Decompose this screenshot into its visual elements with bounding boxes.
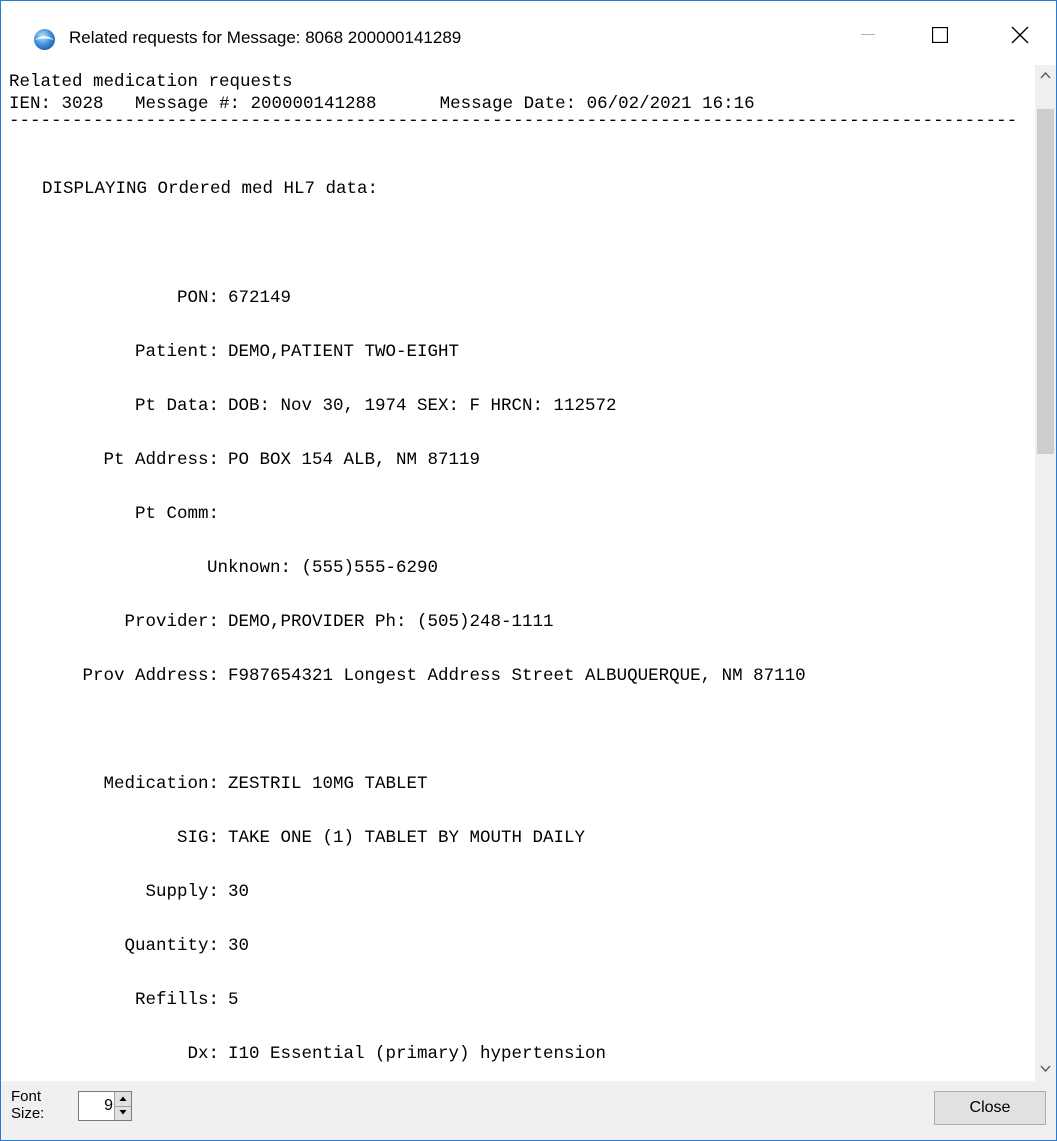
field-label: Refills: — [134, 990, 219, 1010]
message-text-area[interactable]: Related medication requests IEN: 3028 Me… — [7, 65, 1035, 1081]
field-value: TAKE ONE (1) TABLET BY MOUTH DAILY — [228, 828, 586, 848]
field-value: 672149 — [228, 288, 292, 308]
spin-up-button[interactable] — [115, 1092, 131, 1107]
scroll-down-button[interactable] — [1035, 1059, 1056, 1081]
field-value: DEMO,PATIENT TWO-EIGHT — [228, 342, 460, 362]
spinner-buttons — [114, 1092, 131, 1120]
chevron-up-icon — [1040, 71, 1051, 79]
field-value: ZESTRIL 10MG TABLET — [228, 774, 428, 794]
close-button[interactable]: Close — [934, 1091, 1046, 1125]
triangle-down-icon — [119, 1110, 127, 1115]
triangle-up-icon — [119, 1096, 127, 1101]
font-size-label: Font Size: — [11, 1088, 45, 1122]
field-label: SIG: — [176, 828, 219, 848]
field-label: Supply: — [145, 882, 219, 902]
field-label: Dx: — [187, 1044, 219, 1064]
field-value: DEMO,PROVIDER Ph: (505)248-1111 — [228, 612, 554, 632]
field-value: 5 — [228, 990, 239, 1010]
close-icon — [1011, 26, 1029, 44]
display-heading: DISPLAYING Ordered med HL7 data: — [42, 179, 379, 199]
scroll-up-button[interactable] — [1035, 65, 1056, 87]
maximize-button[interactable] — [911, 9, 969, 61]
close-window-button[interactable] — [991, 9, 1049, 61]
minimize-button[interactable] — [839, 9, 897, 61]
field-value: 30 — [228, 882, 250, 902]
spin-down-button[interactable] — [115, 1106, 131, 1120]
field-label: PON: — [176, 288, 219, 308]
field-value: I10 Essential (primary) hypertension — [228, 1044, 607, 1064]
title-bar[interactable]: Related requests for Message: 8068 20000… — [1, 1, 1056, 65]
header-line-1: Related medication requests — [9, 72, 293, 92]
field-value: F987654321 Longest Address Street ALBUQU… — [228, 666, 806, 686]
field-value: PO BOX 154 ALB, NM 87119 — [228, 450, 481, 470]
field-label: Provider: — [124, 612, 219, 632]
field-label: Patient: — [134, 342, 219, 362]
bottom-panel — [1, 1081, 1056, 1140]
field-label: Quantity: — [124, 936, 219, 956]
window-title: Related requests for Message: 8068 20000… — [69, 28, 462, 47]
chevron-down-icon — [1040, 1065, 1051, 1073]
vertical-scrollbar[interactable] — [1035, 65, 1056, 1081]
separator-rule: ----------------------------------------… — [9, 111, 1015, 131]
field-label: Prov Address: — [82, 666, 219, 686]
app-globe-icon — [33, 28, 56, 51]
field-value: 30 — [228, 936, 250, 956]
minimize-icon — [861, 34, 875, 35]
field-label: Pt Comm: — [134, 504, 219, 524]
field-label: Medication: — [103, 774, 219, 794]
font-size-spinner[interactable]: 9 — [78, 1091, 132, 1121]
field-label: Pt Address: — [103, 450, 219, 470]
maximize-icon — [932, 27, 948, 43]
related-requests-window: Related requests for Message: 8068 20000… — [0, 0, 1057, 1141]
scroll-thumb[interactable] — [1037, 109, 1054, 454]
field-value: DOB: Nov 30, 1974 SEX: F HRCN: 112572 — [228, 396, 617, 416]
font-size-value[interactable]: 9 — [104, 1097, 113, 1115]
field-value: Unknown: (555)555-6290 — [207, 558, 439, 578]
field-label: Pt Data: — [134, 396, 219, 416]
